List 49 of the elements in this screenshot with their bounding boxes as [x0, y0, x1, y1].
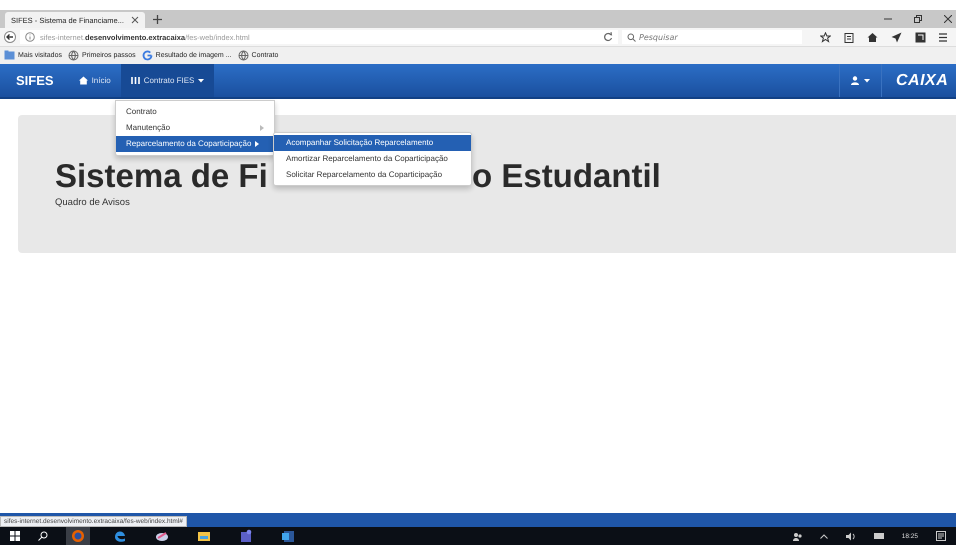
caret-right-icon	[255, 141, 260, 147]
nav-link[interactable]: Início	[68, 64, 121, 97]
app-brand[interactable]: SIFES	[0, 64, 69, 97]
page-title: Sistema de Fi	[55, 157, 268, 195]
caret-icon	[864, 78, 870, 82]
new-tab-icon[interactable]	[153, 14, 162, 24]
menu-item[interactable]: Solicitar Reparcelamento da Coparticipação	[274, 167, 471, 183]
close-icon[interactable]	[944, 15, 952, 23]
menu-item[interactable]: Amortizar Reparcelamento da Coparticipação	[274, 151, 471, 167]
notice-board-label: Quadro de Avisos	[55, 197, 131, 208]
home-icon	[78, 76, 88, 85]
search-icon	[627, 32, 636, 42]
network-icon[interactable]	[874, 532, 884, 540]
nav-link[interactable]: Contrato FIES	[120, 64, 214, 97]
back-arrow-icon[interactable]	[4, 31, 16, 43]
star-icon[interactable]	[820, 32, 831, 42]
square-icon[interactable]	[915, 32, 926, 42]
menu-item[interactable]: Acompanhar Solicitação Reparcelamento	[274, 135, 471, 151]
clipboard-icon[interactable]	[844, 32, 854, 42]
caixa-logo: CAIXA	[895, 70, 950, 90]
globe-icon	[238, 50, 249, 61]
info-icon[interactable]	[25, 32, 35, 42]
firefox-app-icon[interactable]	[66, 527, 90, 545]
bars-icon	[130, 76, 140, 85]
user-icon	[851, 76, 859, 85]
notification-icon[interactable]	[936, 531, 946, 541]
caret-right-icon	[260, 125, 264, 131]
globe-icon	[68, 50, 79, 61]
g-logo-icon	[142, 50, 153, 61]
user-menu-button[interactable]	[839, 64, 882, 97]
search-icon[interactable]	[38, 531, 48, 541]
paper-plane-icon[interactable]	[891, 32, 902, 42]
people-icon[interactable]	[792, 532, 802, 540]
folder-icon	[4, 50, 15, 61]
page-title: o Estudantil	[472, 157, 661, 195]
menu-icon[interactable]	[939, 32, 947, 42]
search-input[interactable]: Pesquisar	[639, 32, 789, 42]
restore-icon[interactable]	[914, 15, 922, 23]
chevron-up-icon[interactable]	[820, 534, 828, 538]
search-field[interactable]: Pesquisar	[622, 30, 802, 44]
windows-start-icon[interactable]	[10, 531, 20, 541]
close-icon[interactable]	[131, 16, 139, 24]
caret-icon	[198, 78, 204, 82]
speaker-icon[interactable]	[846, 532, 856, 540]
menu-item[interactable]: Reparcelamento da Coparticipação	[116, 136, 274, 152]
home-icon[interactable]	[867, 32, 878, 42]
reload-icon[interactable]	[603, 32, 613, 42]
menu-item[interactable]: Manutenção	[116, 120, 274, 136]
menu-item[interactable]: Contrato	[116, 104, 274, 120]
